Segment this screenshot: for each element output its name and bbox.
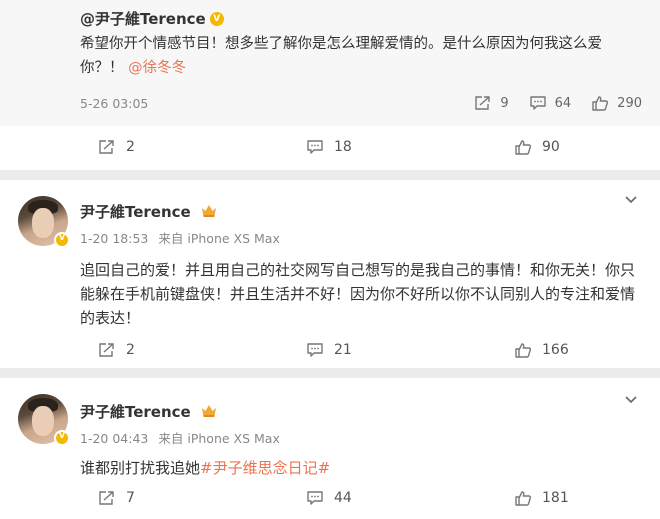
share-icon	[98, 490, 116, 506]
post-meta: 1-20 04:43 来自 iPhone XS Max	[80, 428, 280, 447]
post-action-bar: 2 21 166	[0, 337, 660, 363]
avatar-face	[32, 208, 54, 238]
like-count: 90	[542, 139, 560, 155]
chevron-down-icon[interactable]	[624, 192, 638, 206]
post-action-bar: 7 44 181	[0, 485, 660, 511]
crown-badge-icon	[201, 204, 217, 218]
post-text-body: 谁都别打扰我追她	[80, 459, 201, 477]
author-name-line[interactable]: 尹子維Terence	[80, 201, 217, 222]
verified-badge-icon	[209, 12, 224, 26]
author-name[interactable]: 尹子維Terence	[80, 403, 191, 421]
comment-icon	[529, 95, 547, 111]
comment-icon	[306, 490, 324, 506]
share-icon	[474, 95, 492, 111]
share-button[interactable]: 2	[98, 337, 135, 363]
mention-link[interactable]: @徐冬冬	[128, 60, 186, 76]
like-count: 181	[542, 490, 569, 506]
source-prefix: 来自	[158, 231, 184, 246]
thumbs-up-icon	[591, 95, 609, 111]
post-card-3: 尹子維Terence 1-20 04:43 来自 iPhone XS Max 谁…	[0, 378, 660, 519]
share-count: 2	[126, 342, 135, 358]
verified-badge-icon	[54, 430, 70, 446]
thumbs-up-icon	[514, 490, 532, 506]
post-source: iPhone XS Max	[187, 431, 280, 446]
thumbs-up-icon	[514, 139, 532, 155]
like-button[interactable]: 90	[514, 134, 560, 160]
post-source: iPhone XS Max	[187, 231, 280, 246]
repost-comment-button[interactable]: 64	[529, 95, 572, 111]
post-timestamp[interactable]: 1-20 04:43	[80, 431, 148, 446]
repost-timestamp[interactable]: 5-26 03:05	[80, 96, 148, 111]
like-count: 166	[542, 342, 569, 358]
repost-author[interactable]: @尹子維Terence	[80, 8, 224, 29]
post-text: 谁都别打扰我追她#尹子维思念日记#	[80, 456, 636, 480]
share-icon	[98, 342, 116, 358]
post-action-bar: 2 18 90	[0, 134, 660, 160]
share-icon	[98, 139, 116, 155]
share-count: 2	[126, 139, 135, 155]
post-text: 追回自己的爱！并且用自己的社交网写自己想写的是我自己的事情！和你无关！你只能躲在…	[80, 261, 636, 327]
author-name[interactable]: 尹子維Terence	[80, 203, 191, 221]
comment-button[interactable]: 21	[306, 337, 352, 363]
post-card-2: 尹子維Terence 1-20 18:53 来自 iPhone XS Max 追…	[0, 180, 660, 368]
comment-count: 21	[334, 342, 352, 358]
share-count: 7	[126, 490, 135, 506]
reposted-content[interactable]: @尹子維Terence 希望你开个情感节目！想多些了解你是怎么理解爱情的。是什么…	[0, 0, 660, 126]
repost-share-button[interactable]: 9	[474, 95, 509, 111]
comment-count: 64	[554, 95, 572, 111]
repost-like-button[interactable]: 290	[591, 95, 642, 111]
author-name-line[interactable]: 尹子維Terence	[80, 401, 217, 422]
hashtag-link[interactable]: #尹子维思念日记#	[200, 459, 330, 477]
share-button[interactable]: 7	[98, 485, 135, 511]
post-meta: 1-20 18:53 来自 iPhone XS Max	[80, 228, 280, 247]
like-button[interactable]: 166	[514, 337, 569, 363]
comment-button[interactable]: 18	[306, 134, 352, 160]
comment-count: 18	[334, 139, 352, 155]
comment-button[interactable]: 44	[306, 485, 352, 511]
repost-action-bar: 9 64 290	[454, 92, 642, 114]
post-card-1: @尹子維Terence 希望你开个情感节目！想多些了解你是怎么理解爱情的。是什么…	[0, 0, 660, 170]
repost-text: 希望你开个情感节目！想多些了解你是怎么理解爱情的。是什么原因为何我这么爱你？！ …	[80, 32, 620, 80]
comment-icon	[306, 342, 324, 358]
repost-author-name[interactable]: @尹子維Terence	[80, 10, 206, 28]
like-button[interactable]: 181	[514, 485, 569, 511]
comment-icon	[306, 139, 324, 155]
share-count: 9	[500, 95, 509, 111]
avatar-face	[32, 406, 54, 436]
share-button[interactable]: 2	[98, 134, 135, 160]
chevron-down-icon[interactable]	[624, 392, 638, 406]
verified-badge-icon	[54, 232, 70, 248]
post-timestamp[interactable]: 1-20 18:53	[80, 231, 148, 246]
like-count: 290	[617, 95, 642, 111]
thumbs-up-icon	[514, 342, 532, 358]
comment-count: 44	[334, 490, 352, 506]
source-prefix: 来自	[158, 431, 184, 446]
crown-badge-icon	[201, 404, 217, 418]
